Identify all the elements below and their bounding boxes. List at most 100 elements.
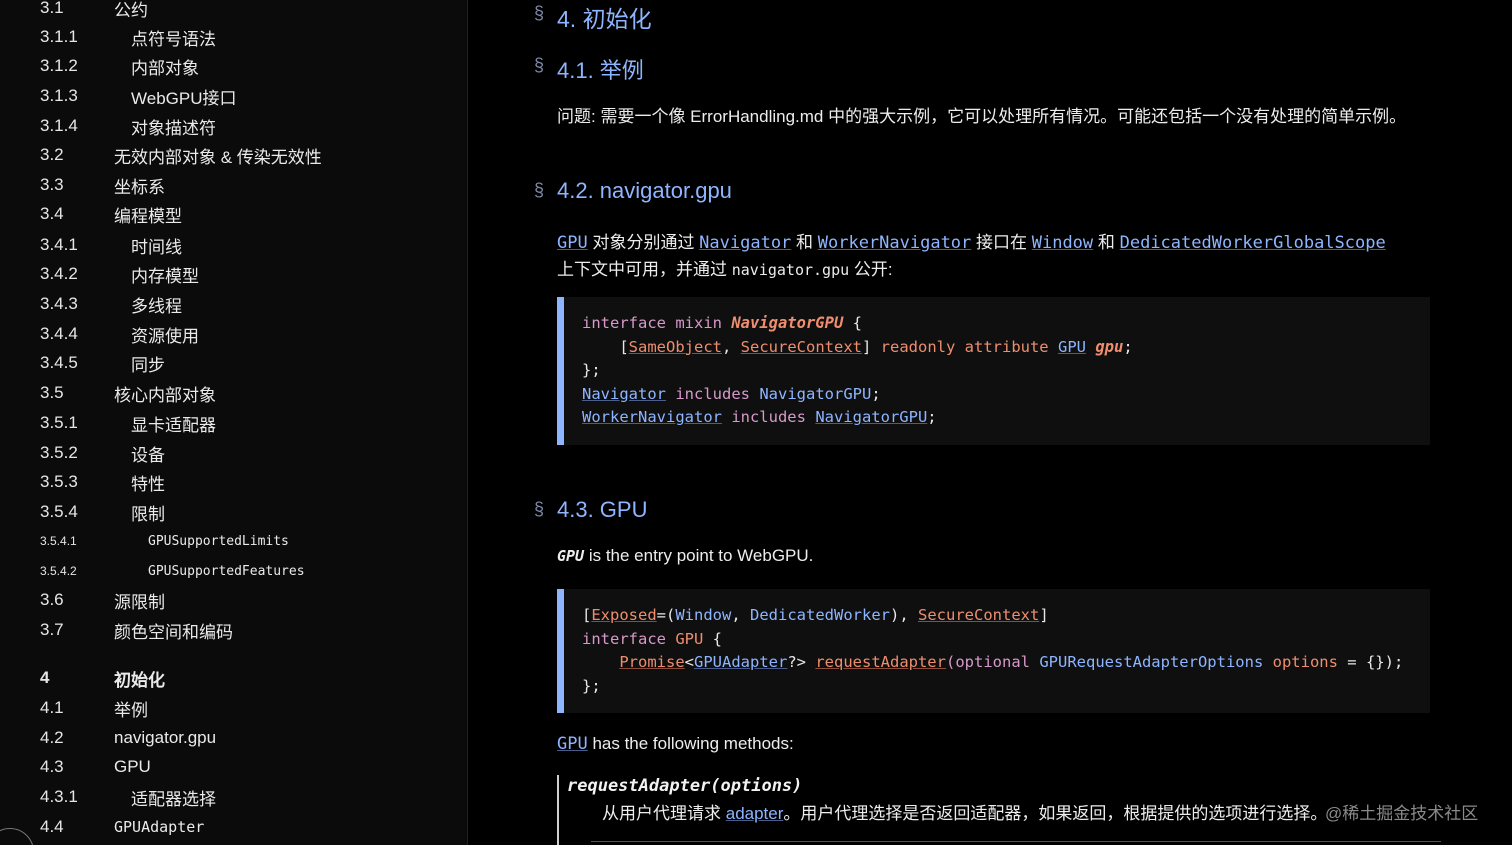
toc-item[interactable]: 3.5.4.2 GPUSupportedFeatures	[0, 560, 467, 582]
navigator-type-link[interactable]: Navigator	[582, 385, 666, 403]
request-adapter-link[interactable]: requestAdapter	[815, 653, 946, 671]
toc-item-number: 3.4.5	[40, 353, 78, 372]
worker-navigator-link[interactable]: WorkerNavigator	[818, 233, 972, 253]
toc-item-label: navigator.gpu	[114, 728, 217, 747]
toc-item[interactable]: 3.4.1 时间线	[0, 234, 467, 257]
navigator-link[interactable]: Navigator	[699, 233, 791, 253]
toc-item-number: 3.5.2	[40, 443, 78, 462]
code-argument: options	[1272, 653, 1338, 671]
navigator-gpu-type-link[interactable]: NavigatorGPU	[815, 408, 927, 426]
toc-item-number: 3.4.2	[40, 264, 78, 283]
code-text: {	[703, 629, 722, 648]
toc-item[interactable]: 3.5.4.1 GPUSupportedLimits	[0, 530, 467, 552]
toc-item-label: WebGPU接口	[131, 88, 237, 108]
toc-item[interactable]: 3.5.4 限制	[0, 501, 467, 524]
code-block-navigator-gpu: interface mixin NavigatorGPU { [SameObje…	[557, 297, 1430, 445]
section-anchor[interactable]: §	[534, 180, 544, 201]
toc-item-label: 适配器选择	[131, 789, 216, 809]
worker-navigator-type-link[interactable]: WorkerNavigator	[582, 408, 722, 426]
secure-context-link[interactable]: SecureContext	[741, 338, 862, 356]
code-text: [	[582, 337, 629, 356]
toc-item-label: 时间线	[131, 237, 182, 257]
toc-item[interactable]: 3.4.4 资源使用	[0, 323, 467, 346]
toc-item-number: 4.4	[40, 817, 64, 836]
gpu-type-link[interactable]: GPU	[1058, 338, 1086, 356]
toc-item[interactable]: 4.3.1 适配器选择	[0, 786, 467, 809]
exposed-link[interactable]: Exposed	[591, 606, 656, 624]
toc-item[interactable]: 3.1.1 点符号语法	[0, 26, 467, 49]
toc-item-number: 3.1.3	[40, 86, 78, 105]
main-content: § 4. 初始化 § 4.1. 举例 问题: 需要一个像 ErrorHandli…	[469, 0, 1512, 845]
method-description: 从用户代理请求 adapter。用户代理选择是否返回适配器，如果返回，根据提供的…	[602, 799, 1327, 824]
toc-item[interactable]: 4.1 举例	[0, 697, 467, 720]
toc-item[interactable]: 3.6 源限制	[0, 589, 467, 612]
toc-item-number: 4.1	[40, 698, 64, 717]
toc-item-number: 3.2	[40, 145, 64, 164]
toc-item[interactable]: 3.5.1 显卡适配器	[0, 412, 467, 435]
code-text: };	[582, 361, 601, 379]
toc-item[interactable]: 3.4 编程模型	[0, 203, 467, 226]
heading-navigator-gpu: 4.2. navigator.gpu	[557, 178, 732, 203]
code-text: ;	[927, 408, 937, 426]
gpu-link[interactable]: GPU	[557, 734, 588, 754]
toc-item[interactable]: 3.3 坐标系	[0, 174, 467, 197]
toc-item-label: GPU	[114, 757, 151, 776]
toc-item-label: 颜色空间和编码	[114, 622, 233, 642]
toc-item-number: 3.1.1	[40, 27, 78, 46]
toc-item[interactable]: 3.7 颜色空间和编码	[0, 619, 467, 642]
toc-item[interactable]: 3.5.3 特性	[0, 471, 467, 494]
code-keyword: interface mixin	[582, 314, 732, 332]
code-keyword: readonly attribute	[880, 337, 1058, 356]
toc-item-label: 显卡适配器	[131, 415, 216, 435]
heading-gpu: 4.3. GPU	[557, 497, 648, 522]
code-text: (	[945, 653, 956, 671]
toc-item[interactable]: 4 初始化	[0, 667, 467, 690]
toc-item[interactable]: 3.1.4 对象描述符	[0, 115, 467, 138]
toc-item-number: 3.5.4.2	[40, 564, 77, 578]
window-link[interactable]: Window	[1032, 233, 1093, 253]
code-text: = {});	[1337, 653, 1404, 671]
toc-item[interactable]: 3.1.3 WebGPU接口	[0, 85, 467, 108]
code-keyword: includes	[721, 408, 816, 426]
toc-item-label: 源限制	[114, 592, 165, 612]
gpu-term: GPU	[557, 547, 585, 565]
toc-item-label: 初始化	[114, 670, 165, 690]
toc-item[interactable]: 3.4.5 同步	[0, 352, 467, 375]
toc-item[interactable]: 3.5 核心内部对象	[0, 382, 467, 405]
toc-item[interactable]: 3.2 无效内部对象 & 传染无效性	[0, 144, 467, 167]
toc-item[interactable]: 3.5.2 设备	[0, 442, 467, 465]
toc-item[interactable]: 3.4.2 内存模型	[0, 263, 467, 286]
toc-item[interactable]: 3.4.3 多线程	[0, 293, 467, 316]
section-anchor[interactable]: §	[534, 55, 544, 76]
navigator-gpu-paragraph: GPU 对象分别通过 Navigator 和 WorkerNavigator 接…	[557, 228, 1386, 253]
text: 对象分别通过	[587, 233, 700, 252]
gpu-link[interactable]: GPU	[557, 233, 588, 253]
toc-item[interactable]: 4.4 GPUAdapter	[0, 816, 467, 838]
toc-item-number: 3.6	[40, 590, 64, 609]
code-interface-name: GPU	[675, 629, 704, 648]
same-object-link[interactable]: SameObject	[629, 338, 722, 356]
toc-item[interactable]: 4.2 navigator.gpu	[0, 727, 467, 749]
promise-link[interactable]: Promise	[619, 653, 684, 671]
section-anchor[interactable]: §	[534, 499, 544, 520]
section-anchor[interactable]: §	[534, 3, 544, 24]
gpu-adapter-type-link[interactable]: GPUAdapter	[694, 653, 787, 671]
toc-item-label: 特性	[131, 474, 165, 494]
adapter-link[interactable]: adapter	[726, 804, 784, 823]
toc-item[interactable]: 4.3 GPU	[0, 756, 467, 778]
code-attribute-name: gpu	[1095, 337, 1124, 356]
toc-item[interactable]: 3.1 公约	[0, 0, 467, 20]
toc-item-number: 3.4.3	[40, 294, 78, 313]
code-text: <	[684, 653, 694, 671]
code-type: NavigatorGPU	[759, 384, 872, 403]
toc-item-number: 3.5	[40, 383, 64, 402]
dedicated-worker-global-scope-link[interactable]: DedicatedWorkerGlobalScope	[1120, 233, 1386, 253]
toc-item-label: 对象描述符	[131, 118, 216, 138]
inline-code: navigator.gpu	[731, 261, 850, 279]
code-text: ?>	[787, 653, 816, 671]
toc-item-number: 4.2	[40, 728, 64, 747]
code-type: DedicatedWorker	[750, 606, 890, 624]
secure-context-link[interactable]: SecureContext	[918, 606, 1039, 624]
toc-item[interactable]: 3.1.2 内部对象	[0, 55, 467, 78]
